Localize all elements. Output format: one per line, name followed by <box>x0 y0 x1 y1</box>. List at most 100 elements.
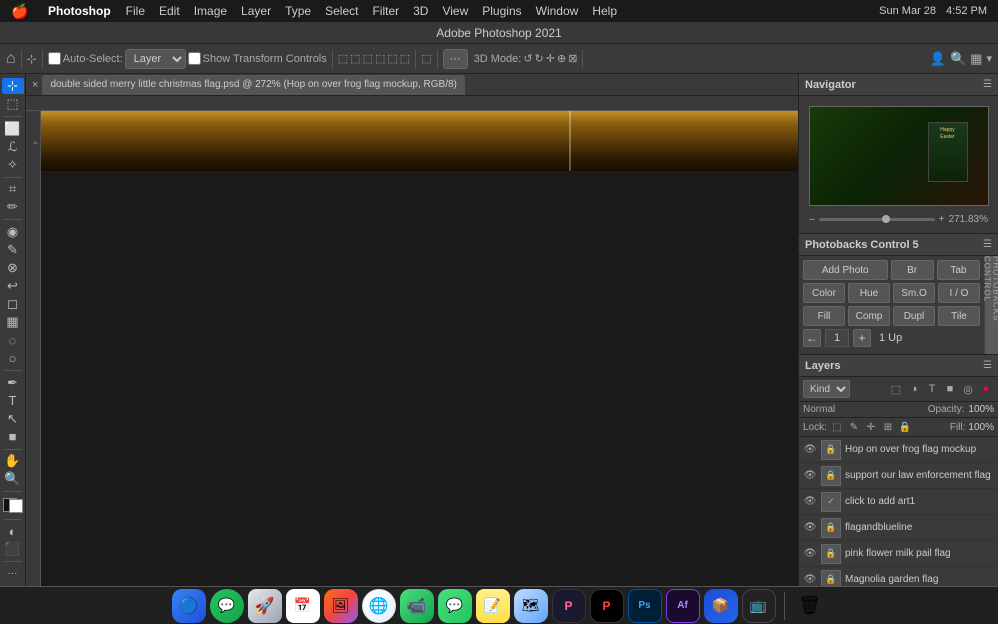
dodge-tool[interactable]: ○ <box>2 350 24 366</box>
eyedropper-tool[interactable]: ✏ <box>2 199 24 215</box>
filter-shape-btn[interactable]: ■ <box>942 381 958 397</box>
filter-type-btn[interactable]: T <box>924 381 940 397</box>
lock-position-btn[interactable]: ✛ <box>864 420 878 434</box>
dock-facetime[interactable]: 📹 <box>400 589 434 623</box>
dock-dropbox[interactable]: 📦 <box>704 589 738 623</box>
layer-item[interactable]: 👁🔒support our law enforcement flag <box>799 463 998 489</box>
user-icon[interactable]: 👤 <box>930 51 946 67</box>
search-icon[interactable]: 🔍 <box>950 51 966 67</box>
layer-item[interactable]: 👁🔒Magnolia garden flag <box>799 567 998 586</box>
menu-3d[interactable]: 3D <box>406 0 435 22</box>
view-options-icon[interactable]: ▦ <box>970 51 982 67</box>
layer-item[interactable]: 👁🔒Hop on over frog flag mockup <box>799 437 998 463</box>
layer-visibility-icon[interactable]: 👁 <box>803 469 817 483</box>
foreground-color[interactable] <box>3 498 23 513</box>
dock-photoshop[interactable]: Ps <box>628 589 662 623</box>
auto-select-checkbox[interactable] <box>48 52 61 65</box>
hue-btn[interactable]: Hue <box>848 283 890 303</box>
menu-view[interactable]: View <box>435 0 475 22</box>
tile-btn[interactable]: Tile <box>938 306 980 326</box>
dock-photos[interactable]: 🖼 <box>324 589 358 623</box>
tab-btn[interactable]: Tab <box>937 260 980 280</box>
layer-item[interactable]: 👁✓click to add art1 <box>799 489 998 515</box>
layer-visibility-icon[interactable]: 👁 <box>803 495 817 509</box>
dock-safari[interactable]: 🌐 <box>362 589 396 623</box>
layer-visibility-icon[interactable]: 👁 <box>803 443 817 457</box>
menu-image[interactable]: Image <box>187 0 234 22</box>
dock-maps[interactable]: 🗺 <box>514 589 548 623</box>
hand-tool[interactable]: ✋ <box>2 453 24 469</box>
show-transform-checkbox[interactable] <box>188 52 201 65</box>
shape-tool[interactable]: ■ <box>2 429 24 445</box>
auto-select-dropdown[interactable]: Layer Group <box>125 49 186 69</box>
align-center-v-icon[interactable]: ⬚ <box>387 52 397 65</box>
filter-adjust-btn[interactable]: ◑ <box>906 381 922 397</box>
3d-roll-icon[interactable]: ↻ <box>535 52 544 65</box>
apple-menu[interactable]: 🍎 <box>0 3 40 20</box>
menu-plugins[interactable]: Plugins <box>475 0 528 22</box>
dock-trash[interactable]: 🗑 <box>793 589 827 623</box>
panel-options-icon[interactable]: ▾ <box>986 52 992 65</box>
dock-affinity[interactable]: Af <box>666 589 700 623</box>
extra-tools-btn[interactable]: ··· <box>2 566 24 582</box>
counter-next-btn[interactable]: + <box>853 329 871 347</box>
menu-file[interactable]: File <box>119 0 152 22</box>
menu-window[interactable]: Window <box>529 0 586 22</box>
3d-pan-icon[interactable]: ✛ <box>546 52 555 65</box>
menu-edit[interactable]: Edit <box>152 0 187 22</box>
menu-select[interactable]: Select <box>318 0 365 22</box>
filter-active-btn[interactable]: ● <box>978 381 994 397</box>
dock-calendar[interactable]: 📅 <box>286 589 320 623</box>
comp-btn[interactable]: Comp <box>848 306 890 326</box>
layers-menu-btn[interactable]: ☰ <box>983 360 992 371</box>
canvas-viewport[interactable] <box>41 111 798 586</box>
brush-tool[interactable]: ✎ <box>2 242 24 258</box>
artboard-tool[interactable]: ⬚ <box>2 96 24 112</box>
screen-mode-tool[interactable]: ⬛ <box>2 541 24 557</box>
distribute-icon[interactable]: ⬚ <box>421 52 431 65</box>
photobacks-menu-btn[interactable]: ☰ <box>983 239 992 250</box>
3d-slide-icon[interactable]: ⊕ <box>557 52 566 65</box>
lasso-tool[interactable]: ℒ <box>2 139 24 155</box>
menu-layer[interactable]: Layer <box>234 0 278 22</box>
clone-stamp-tool[interactable]: ⊗ <box>2 260 24 276</box>
blur-tool[interactable]: ◌ <box>2 332 24 348</box>
br-btn[interactable]: Br <box>891 260 934 280</box>
dock-finder[interactable]: 🔵 <box>172 589 206 623</box>
dock-messages2[interactable]: 💬 <box>438 589 472 623</box>
color-btn[interactable]: Color <box>803 283 845 303</box>
zoom-slider[interactable] <box>819 218 935 221</box>
align-left-icon[interactable]: ⬚ <box>338 52 348 65</box>
lock-artboard-btn[interactable]: ⊞ <box>881 420 895 434</box>
zoom-out-icon[interactable]: – <box>809 214 815 225</box>
filter-smart-btn[interactable]: ◎ <box>960 381 976 397</box>
filter-pixel-btn[interactable]: ⬚ <box>888 381 904 397</box>
eraser-tool[interactable]: ◻ <box>2 296 24 312</box>
layer-item[interactable]: 👁🔒pink flower milk pail flag <box>799 541 998 567</box>
zoom-in-icon[interactable]: + <box>939 214 945 225</box>
layers-kind-select[interactable]: Kind <box>803 380 850 398</box>
path-select-tool[interactable]: ↖ <box>2 411 24 427</box>
fill-btn[interactable]: Fill <box>803 306 845 326</box>
dock-pixelmator-pro[interactable]: P <box>590 589 624 623</box>
dock-notes[interactable]: 📝 <box>476 589 510 623</box>
home-btn[interactable]: ⌂ <box>6 50 16 68</box>
type-tool[interactable]: T <box>2 393 24 409</box>
canvas-tab-close-icon[interactable]: × <box>32 79 38 91</box>
3d-rotate-icon[interactable]: ↺ <box>523 52 532 65</box>
layer-visibility-icon[interactable]: 👁 <box>803 547 817 561</box>
lock-all-btn[interactable]: 🔒 <box>898 420 912 434</box>
quick-mask-tool[interactable]: ◐ <box>2 523 24 539</box>
crop-tool[interactable]: ⌗ <box>2 181 24 197</box>
dupl-btn[interactable]: Dupl <box>893 306 935 326</box>
pen-tool[interactable]: ✒ <box>2 375 24 391</box>
menu-filter[interactable]: Filter <box>365 0 406 22</box>
marquee-tool[interactable]: ⬜ <box>2 121 24 137</box>
magic-wand-tool[interactable]: ✧ <box>2 157 24 173</box>
history-brush-tool[interactable]: ↩ <box>2 278 24 294</box>
align-top-icon[interactable]: ⬚ <box>375 52 385 65</box>
menu-help[interactable]: Help <box>585 0 624 22</box>
dock-pixelmator[interactable]: P <box>552 589 586 623</box>
dock-messages[interactable]: 💬 <box>210 589 244 623</box>
layer-item[interactable]: 👁🔒flagandblueline <box>799 515 998 541</box>
